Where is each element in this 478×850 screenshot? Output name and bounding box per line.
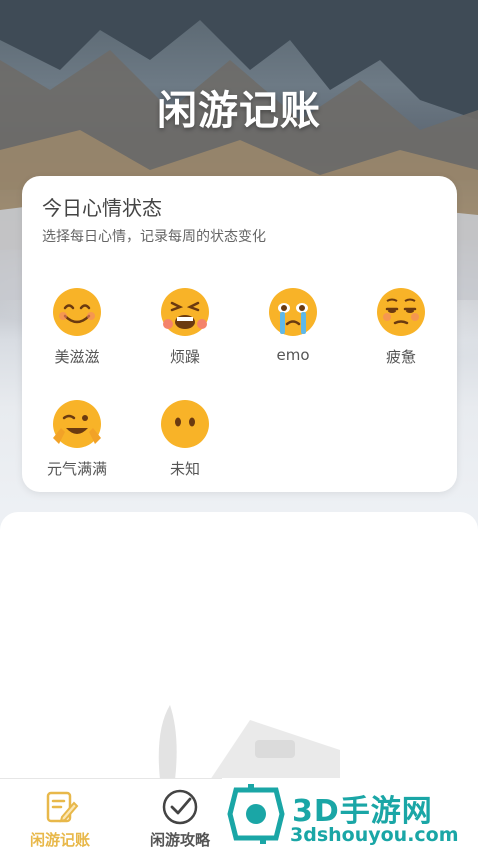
mood-label: 元气满满: [46, 460, 107, 478]
mood-grid: 美滋滋 烦躁 emo 疲惫 元气满满 未知: [22, 286, 457, 486]
mood-option-yuanqimanman[interactable]: 元气满满: [22, 398, 132, 488]
blank-face-icon: [161, 400, 209, 448]
mood-label: 美滋滋: [54, 348, 100, 366]
mood-card-title: 今日心情状态: [42, 196, 162, 220]
mood-option-emo[interactable]: emo: [238, 286, 348, 376]
mood-option-fanzao[interactable]: 烦躁: [130, 286, 240, 376]
mood-option-weizhi[interactable]: 未知: [130, 398, 240, 488]
mood-label: 疲惫: [385, 348, 416, 366]
tired-face-icon: [161, 288, 209, 336]
mood-card: 今日心情状态 选择每日心情，记录每周的状态变化 美滋滋 烦躁 emo 疲惫 元气…: [22, 176, 457, 492]
mood-option-meizizi[interactable]: 美滋滋: [22, 286, 132, 376]
mood-label: 未知: [169, 460, 200, 478]
checkmark-circle-icon: [162, 789, 198, 825]
watermark-logo-icon: [227, 784, 285, 844]
empty-state-illustration: [158, 705, 340, 780]
winking-fingers-face-icon: [53, 400, 101, 448]
tab-jizhang[interactable]: 闲游记账: [0, 779, 120, 850]
mood-card-subtitle: 选择每日心情，记录每周的状态变化: [42, 229, 266, 245]
mood-label: 烦躁: [169, 348, 200, 366]
app-title: 闲游记账: [157, 88, 321, 134]
watermark-url: 3dshouyou.com: [290, 824, 459, 846]
mood-label: emo: [276, 346, 310, 364]
crying-face-icon: [269, 288, 317, 336]
smiling-face-icon: [53, 288, 101, 336]
tab-label: 闲游记账: [29, 831, 90, 849]
weary-face-icon: [377, 288, 425, 336]
watermark: 3D手游网 3dshouyou.com: [222, 778, 478, 850]
note-edit-icon: [46, 791, 79, 823]
mood-option-pibei[interactable]: 疲惫: [346, 286, 456, 376]
